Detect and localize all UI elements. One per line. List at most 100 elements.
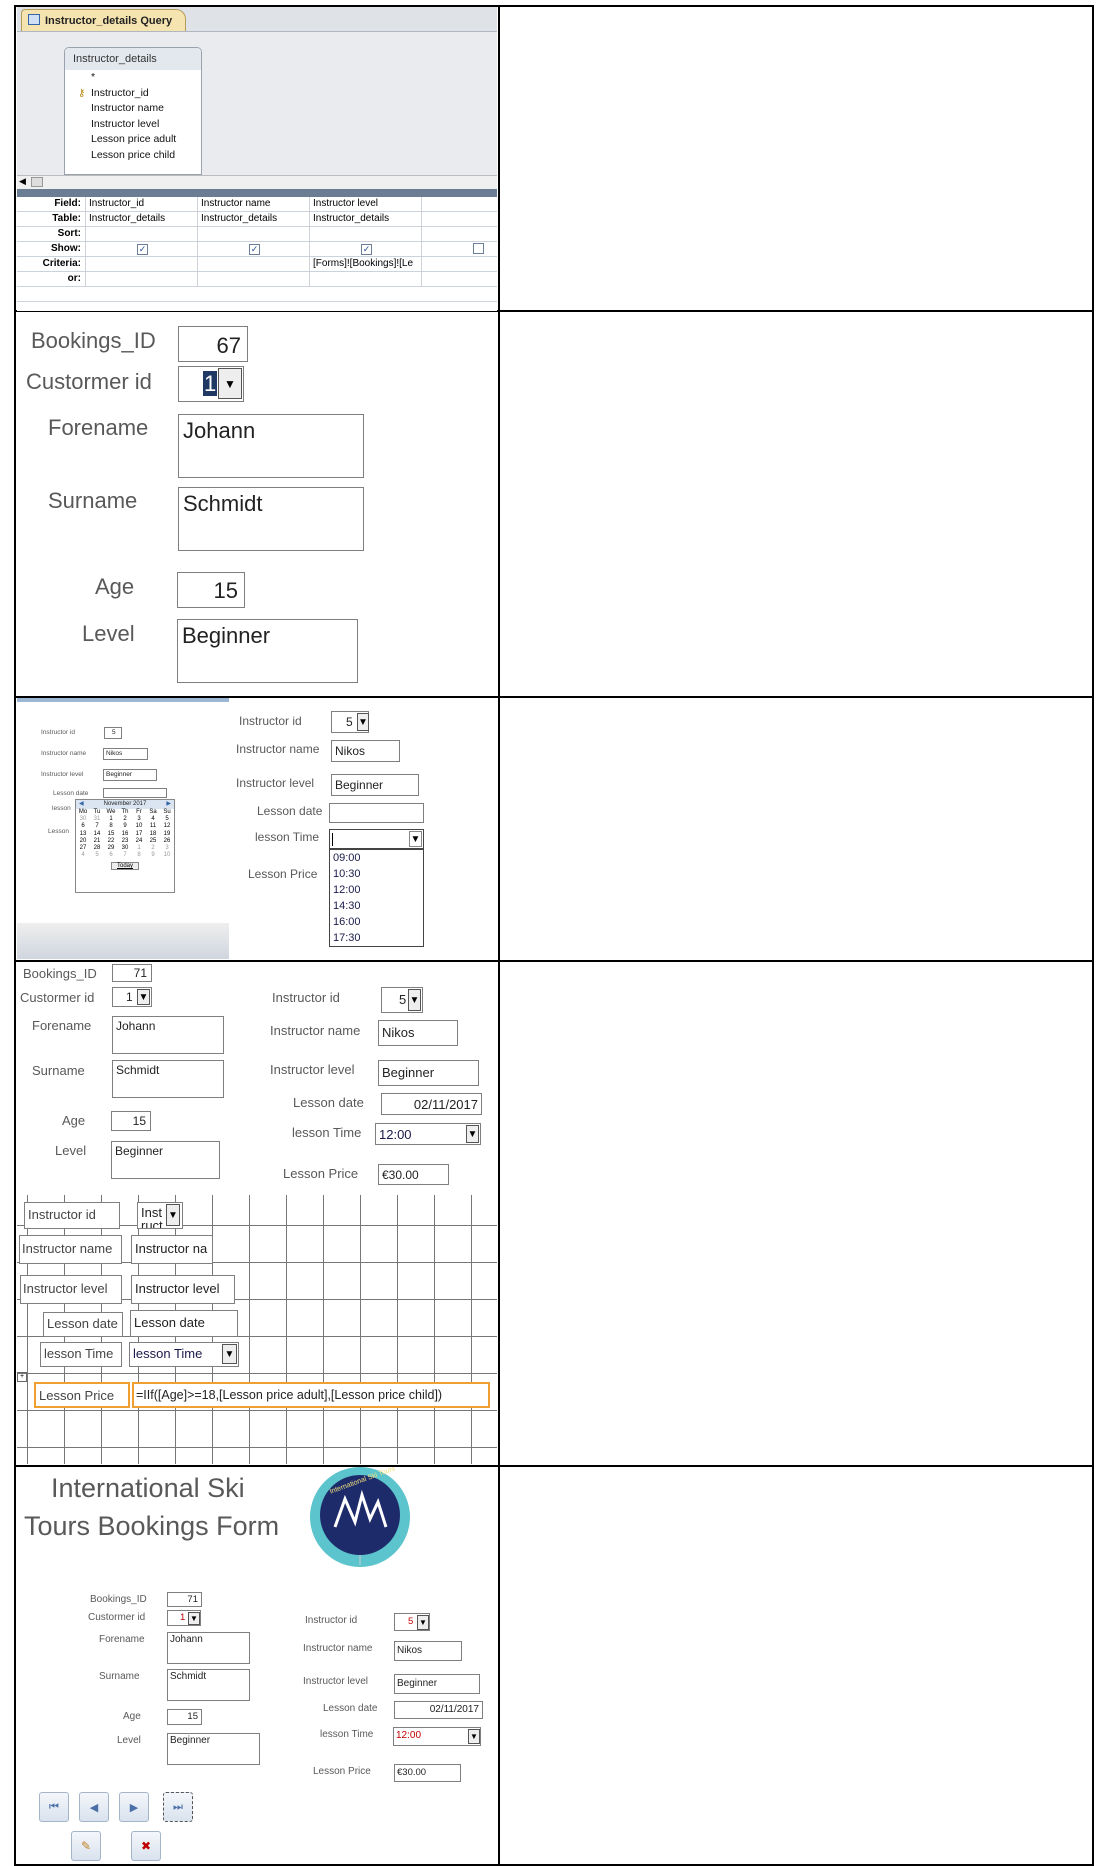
lesson-price-field[interactable]: €30.00 (394, 1764, 461, 1782)
age-field[interactable]: 15 (111, 1111, 151, 1131)
chevron-down-icon[interactable]: ▼ (466, 1125, 479, 1143)
lesson-date-field[interactable]: 02/11/2017 (381, 1093, 482, 1115)
mini-instructor-level[interactable]: Beginner (103, 769, 157, 781)
chevron-down-icon[interactable]: ▼ (137, 989, 150, 1005)
design-instructor-name-label[interactable]: Instructor name (19, 1235, 122, 1264)
level-field[interactable]: Beginner (167, 1733, 260, 1765)
chevron-down-icon[interactable]: ▼ (218, 368, 242, 399)
chevron-down-icon[interactable]: ▼ (222, 1344, 237, 1364)
forename-field[interactable]: Johann (167, 1632, 250, 1664)
bookings-id-field[interactable]: 71 (167, 1592, 202, 1607)
design-instructor-name-field[interactable]: Instructor na (131, 1235, 213, 1264)
instructor-level-field[interactable]: Beginner (331, 774, 419, 796)
show-checkbox[interactable]: ✓ (249, 244, 260, 255)
show-checkbox[interactable]: ✓ (137, 244, 148, 255)
surname-field[interactable]: Schmidt (178, 487, 364, 551)
field-instructor-name[interactable]: Instructor name (65, 101, 201, 117)
show-checkbox[interactable]: ✓ (361, 244, 372, 255)
grid-cell[interactable] (85, 257, 197, 272)
grid-cell[interactable] (421, 257, 497, 272)
bookings-id-field[interactable]: 67 (178, 326, 248, 362)
age-field[interactable]: 15 (167, 1709, 202, 1725)
chevron-down-icon[interactable]: ▼ (468, 1729, 480, 1744)
grid-cell[interactable] (85, 227, 197, 242)
first-record-button[interactable]: ⏮ (39, 1792, 69, 1822)
grid-cell[interactable]: Instructor_details (309, 212, 421, 227)
calendar-week[interactable]: 20 21 22 23 24 25 26 (76, 838, 174, 845)
chevron-down-icon[interactable]: ▼ (357, 713, 369, 731)
previous-record-button[interactable]: ◀ (79, 1792, 109, 1822)
field-instructor-level[interactable]: Instructor level (65, 117, 201, 133)
mini-instructor-id[interactable]: 5 (104, 727, 122, 739)
chevron-down-icon[interactable]: ▼ (188, 1612, 200, 1625)
grid-cell[interactable] (309, 227, 421, 242)
design-lesson-date-field[interactable]: Lesson date (130, 1310, 238, 1337)
time-option[interactable]: 16:00 (330, 914, 423, 930)
forename-field[interactable]: Johann (178, 414, 364, 478)
instructor-name-field[interactable]: Nikos (378, 1020, 458, 1046)
scroll-thumb[interactable] (31, 177, 43, 187)
grid-cell[interactable] (197, 227, 309, 242)
calendar-week[interactable]: 6 7 8 9 10 11 12 (76, 823, 174, 830)
grid-cell[interactable] (309, 272, 421, 287)
grid-cell[interactable]: Instructor_details (85, 212, 197, 227)
lesson-price-field[interactable]: €30.00 (378, 1164, 449, 1185)
section-selector-icon[interactable]: + (17, 1372, 27, 1382)
field-price-adult[interactable]: Lesson price adult (65, 132, 201, 148)
time-option[interactable]: 14:30 (330, 898, 423, 914)
design-lesson-date-label[interactable]: Lesson date (43, 1312, 123, 1337)
time-dropdown-list[interactable]: 09:00 10:30 12:00 14:30 16:00 17:30 (329, 849, 424, 947)
time-option[interactable]: 10:30 (330, 866, 423, 882)
calendar-week[interactable]: 27 28 29 30 1 2 3 (76, 845, 174, 852)
today-button[interactable]: Today (110, 862, 139, 871)
surname-field[interactable]: Schmidt (112, 1060, 224, 1098)
chevron-down-icon[interactable]: ▼ (166, 1204, 180, 1226)
lesson-price-expression[interactable]: =IIf([Age]>=18,[Lesson price adult],[Les… (132, 1382, 490, 1408)
lesson-date-field[interactable] (329, 803, 424, 823)
query-tab[interactable]: Instructor_details Query (21, 9, 186, 31)
time-option[interactable]: 17:30 (330, 930, 423, 946)
grid-cell[interactable] (421, 227, 497, 242)
time-option[interactable]: 09:00 (330, 850, 423, 866)
horizontal-scrollbar[interactable]: ◀ (17, 175, 497, 189)
instructor-level-field[interactable]: Beginner (394, 1674, 480, 1694)
bookings-id-field[interactable]: 71 (112, 964, 152, 982)
chevron-down-icon[interactable]: ▼ (409, 831, 422, 847)
instructor-name-field[interactable]: Nikos (331, 740, 400, 762)
show-checkbox[interactable] (473, 243, 484, 254)
age-field[interactable]: 15 (177, 572, 245, 608)
grid-cell[interactable]: Instructor level (309, 197, 421, 212)
field-price-child[interactable]: Lesson price child (65, 148, 201, 164)
design-lesson-price-label[interactable]: Lesson Price (34, 1382, 130, 1408)
calendar-week[interactable]: 30 31 1 2 3 4 5 (76, 816, 174, 823)
pane-splitter[interactable] (17, 189, 497, 197)
instructor-level-field[interactable]: Beginner (378, 1060, 479, 1086)
delete-record-button[interactable]: ✖ (131, 1831, 161, 1861)
instructor-name-field[interactable]: Nikos (394, 1641, 462, 1661)
level-field[interactable]: Beginner (177, 619, 358, 683)
design-instructor-level-label[interactable]: Instructor level (20, 1275, 122, 1304)
level-field[interactable]: Beginner (111, 1141, 220, 1179)
lesson-date-field[interactable]: 02/11/2017 (394, 1701, 483, 1719)
grid-cell[interactable]: Instructor_details (197, 212, 309, 227)
forename-field[interactable]: Johann (112, 1016, 224, 1054)
field-instructor-id[interactable]: ⚷ Instructor_id (65, 86, 201, 102)
surname-field[interactable]: Schmidt (167, 1669, 250, 1701)
grid-cell[interactable] (421, 197, 497, 212)
field-star[interactable]: * (65, 70, 201, 86)
design-lesson-time-label[interactable]: lesson Time (40, 1342, 122, 1367)
prev-month-icon[interactable]: ◀ (79, 800, 84, 809)
next-record-button[interactable]: ▶ (119, 1792, 149, 1822)
calendar-week[interactable]: 13 14 15 16 17 18 19 (76, 831, 174, 838)
grid-cell[interactable]: Instructor_id (85, 197, 197, 212)
chevron-down-icon[interactable]: ▼ (417, 1615, 429, 1630)
criteria-cell[interactable]: [Forms]![Bookings]![Le (309, 257, 421, 272)
calendar-week[interactable]: 4 5 6 7 8 9 10 (76, 852, 174, 859)
design-instructor-id-label[interactable]: Instructor id (24, 1202, 120, 1229)
last-record-button[interactable]: ⏭ (163, 1792, 193, 1822)
new-record-button[interactable]: ✎ (71, 1831, 101, 1861)
grid-cell[interactable] (197, 272, 309, 287)
mini-instructor-name[interactable]: Nikos (103, 748, 148, 760)
grid-cell[interactable] (421, 212, 497, 227)
design-instructor-level-field[interactable]: Instructor level (131, 1275, 235, 1304)
